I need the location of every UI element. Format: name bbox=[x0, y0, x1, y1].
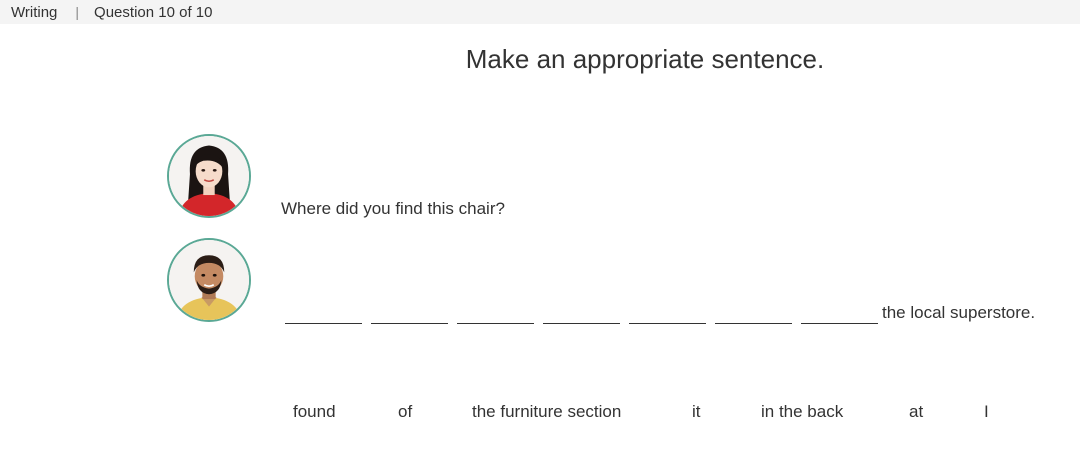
answer-blank-7[interactable] bbox=[801, 302, 878, 324]
word-chip-found[interactable]: found bbox=[293, 402, 336, 422]
answer-blank-3[interactable] bbox=[457, 302, 534, 324]
answer-blank-5[interactable] bbox=[629, 302, 706, 324]
answer-suffix: the local superstore. bbox=[882, 303, 1036, 322]
answer-blank-2[interactable] bbox=[371, 302, 448, 324]
answer-blank-6[interactable] bbox=[715, 302, 792, 324]
dialogue-prompt-text: Where did you find this chair? bbox=[281, 199, 505, 218]
man-avatar-icon bbox=[167, 238, 251, 322]
word-chip-i[interactable]: I bbox=[984, 402, 989, 422]
answer-blank-1[interactable] bbox=[285, 302, 362, 324]
section-label: Writing bbox=[11, 3, 58, 21]
header-separator: | bbox=[75, 4, 80, 20]
question-progress: Question 10 of 10 bbox=[94, 3, 213, 21]
instruction-title: Make an appropriate sentence. bbox=[465, 44, 825, 74]
word-chip-the-furniture-section[interactable]: the furniture section bbox=[472, 402, 621, 422]
word-chip-in-the-back[interactable]: in the back bbox=[761, 402, 843, 422]
answer-blank-4[interactable] bbox=[543, 302, 620, 324]
word-chip-of[interactable]: of bbox=[398, 402, 412, 422]
answer-sentence: the local superstore. bbox=[285, 302, 1035, 324]
woman-avatar-icon bbox=[167, 134, 251, 218]
top-bar: Writing | Question 10 of 10 bbox=[0, 0, 1080, 24]
word-chip-it[interactable]: it bbox=[692, 402, 701, 422]
word-chip-at[interactable]: at bbox=[909, 402, 923, 422]
